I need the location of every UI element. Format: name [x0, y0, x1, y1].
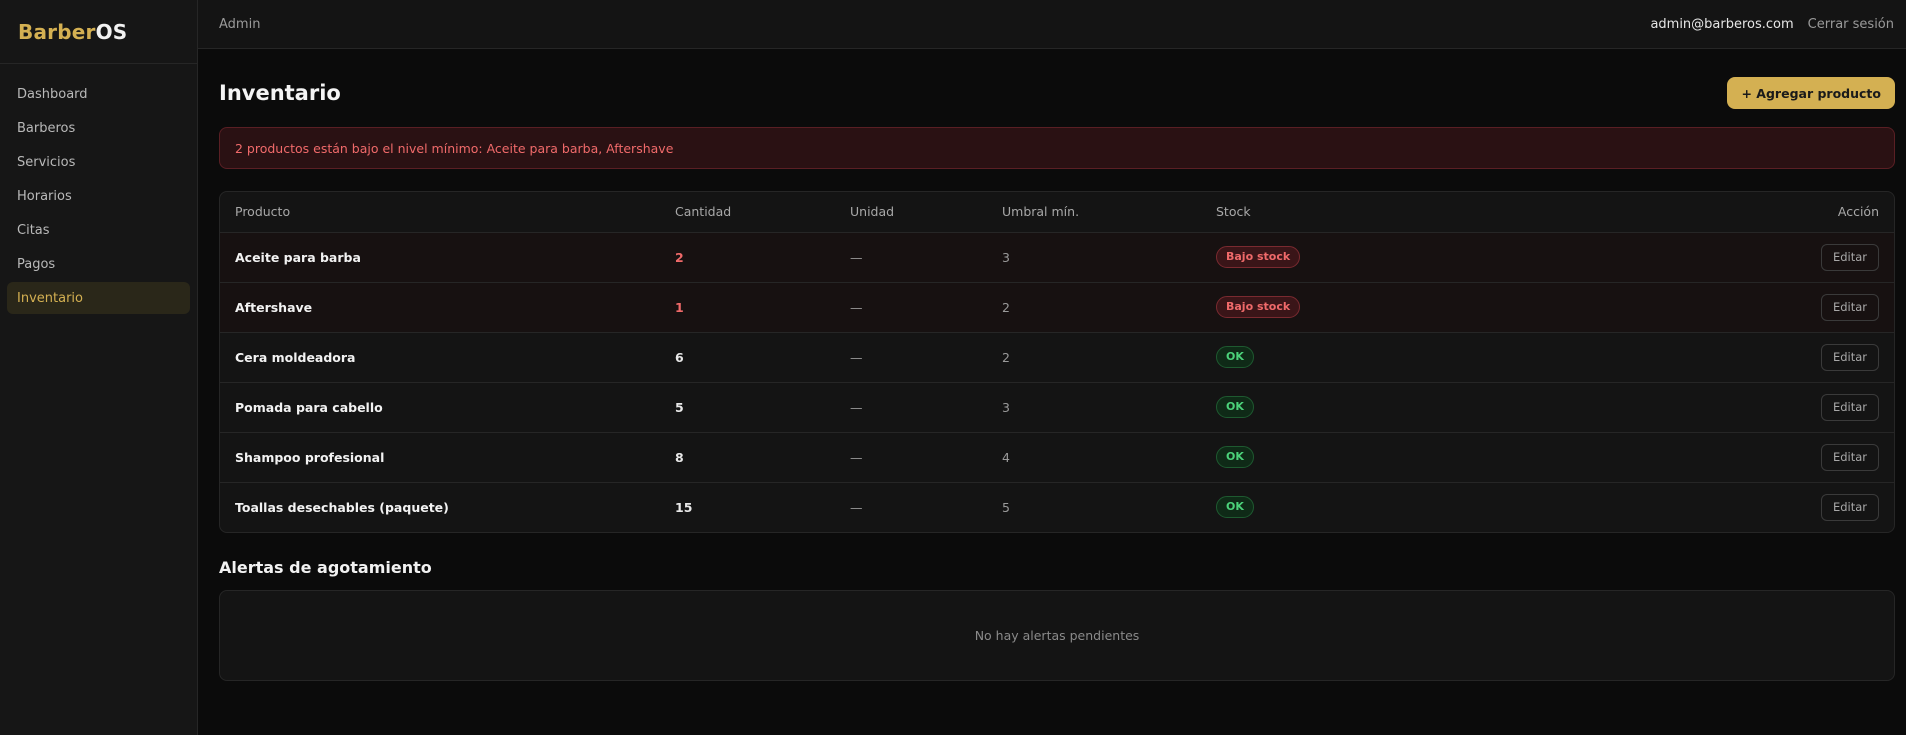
sidebar-item-dashboard[interactable]: Dashboard	[7, 78, 190, 110]
product-unit: —	[835, 432, 987, 483]
alerts-empty-state: No hay alertas pendientes	[219, 590, 1895, 681]
alerts-section-title: Alertas de agotamiento	[219, 558, 432, 577]
brand-part-1: Barber	[18, 19, 96, 44]
status-badge: Bajo stock	[1216, 296, 1301, 318]
app-root: Barber OS Dashboard Barberos Servicios Ho…	[0, 0, 1906, 735]
product-name: Shampoo profesional	[220, 432, 660, 483]
sidebar-nav: Dashboard Barberos Servicios Horarios Ci…	[0, 64, 197, 330]
page-header: Inventario + Agregar producto	[219, 69, 1895, 117]
stock-cell: Bajo stock	[1201, 282, 1441, 333]
action-cell: Editar	[1441, 282, 1894, 333]
stock-cell: OK	[1201, 332, 1441, 383]
sidebar-item-pagos[interactable]: Pagos	[7, 248, 190, 280]
product-name: Aftershave	[220, 282, 660, 333]
product-min-threshold: 2	[987, 332, 1201, 383]
action-cell: Editar	[1441, 232, 1894, 283]
product-unit: —	[850, 499, 863, 515]
edit-button[interactable]: Editar	[1820, 493, 1879, 521]
edit-button[interactable]: Editar	[1820, 343, 1879, 371]
table-row: Aftershave 1 — 2 Bajo stock Editar	[220, 282, 1894, 333]
inventory-table-card: Producto Cantidad Unidad Umbral mín. Sto…	[219, 191, 1895, 533]
action-cell: Editar	[1441, 482, 1894, 532]
table-header-row: Producto Cantidad Unidad Umbral mín. Sto…	[220, 192, 1894, 233]
status-badge: OK	[1216, 396, 1254, 418]
brand-part-2: OS	[95, 19, 128, 44]
table-row: Pomada para cabello 5 — 3 OK Editar	[220, 382, 1894, 433]
empty-state-text: No hay alertas pendientes	[974, 628, 1140, 643]
brand-logo[interactable]: Barber OS	[0, 0, 197, 64]
product-quantity: 5	[660, 382, 835, 433]
inventory-table: Producto Cantidad Unidad Umbral mín. Sto…	[220, 192, 1894, 532]
stock-cell: Bajo stock	[1201, 232, 1441, 283]
product-min-threshold: 3	[987, 382, 1201, 433]
action-cell: Editar	[1441, 432, 1894, 483]
product-name: Aceite para barba	[220, 232, 660, 283]
column-header-producto[interactable]: Producto	[220, 192, 660, 233]
table-row: Aceite para barba 2 — 3 Bajo stock Edita…	[220, 232, 1894, 283]
edit-button[interactable]: Editar	[1820, 293, 1879, 321]
product-min-threshold: 3	[987, 232, 1201, 283]
product-name: Toallas desechables (paquete)	[235, 499, 449, 515]
main-area: Admin admin@barberos.com Cerrar sesión I…	[198, 0, 1906, 735]
column-header-stock[interactable]: Stock	[1201, 192, 1441, 233]
page-title: Inventario	[219, 81, 341, 105]
edit-button[interactable]: Editar	[1820, 443, 1879, 471]
topbar: Admin admin@barberos.com Cerrar sesión	[198, 0, 1906, 49]
table-row: Shampoo profesional 8 — 4 OK Editar	[220, 432, 1894, 483]
breadcrumb: Admin	[219, 16, 261, 32]
product-name: Cera moldeadora	[220, 332, 660, 383]
sidebar-item-servicios[interactable]: Servicios	[7, 146, 190, 178]
product-quantity: 1	[660, 282, 835, 333]
product-quantity: 6	[660, 332, 835, 383]
product-unit: —	[835, 282, 987, 333]
product-unit: —	[835, 382, 987, 433]
edit-button[interactable]: Editar	[1820, 243, 1879, 271]
status-badge: Bajo stock	[1216, 246, 1301, 268]
add-product-button[interactable]: + Agregar producto	[1727, 77, 1895, 109]
table-row: Cera moldeadora 6 — 2 OK Editar	[220, 332, 1894, 383]
status-badge: OK	[1216, 346, 1254, 368]
status-badge: OK	[1216, 446, 1254, 468]
product-min-threshold: 2	[987, 282, 1201, 333]
edit-button[interactable]: Editar	[1820, 393, 1879, 421]
column-header-accion: Acción	[1441, 192, 1894, 233]
column-header-umbral[interactable]: Umbral mín.	[987, 192, 1201, 233]
column-header-cantidad[interactable]: Cantidad	[660, 192, 835, 233]
sidebar-item-inventario[interactable]: Inventario	[7, 282, 190, 314]
product-quantity: 2	[660, 232, 835, 283]
status-badge: OK	[1216, 496, 1254, 519]
sidebar-item-barberos[interactable]: Barberos	[7, 112, 190, 144]
action-cell: Editar	[1441, 332, 1894, 383]
stock-cell: OK	[1201, 482, 1441, 532]
product-min-threshold: 4	[987, 432, 1201, 483]
sidebar: Barber OS Dashboard Barberos Servicios Ho…	[0, 0, 198, 735]
product-unit: —	[835, 232, 987, 283]
product-quantity: 15	[675, 499, 693, 515]
product-unit: —	[835, 332, 987, 383]
product-min-threshold: 5	[1002, 499, 1010, 515]
column-header-unidad[interactable]: Unidad	[835, 192, 987, 233]
product-quantity: 8	[660, 432, 835, 483]
stock-cell: OK	[1201, 382, 1441, 433]
user-area: admin@barberos.com Cerrar sesión	[1650, 17, 1894, 32]
table-row: Toallas desechables (paquete) 15 — 5 OK …	[220, 482, 1894, 532]
low-stock-alert: 2 productos están bajo el nivel mínimo: …	[219, 127, 1895, 169]
page-content: Inventario + Agregar producto 2 producto…	[198, 49, 1906, 681]
stock-cell: OK	[1201, 432, 1441, 483]
sidebar-item-horarios[interactable]: Horarios	[7, 180, 190, 212]
action-cell: Editar	[1441, 382, 1894, 433]
user-email: admin@barberos.com	[1650, 16, 1794, 32]
logout-link[interactable]: Cerrar sesión	[1808, 17, 1894, 32]
sidebar-item-citas[interactable]: Citas	[7, 214, 190, 246]
product-name: Pomada para cabello	[220, 382, 660, 433]
